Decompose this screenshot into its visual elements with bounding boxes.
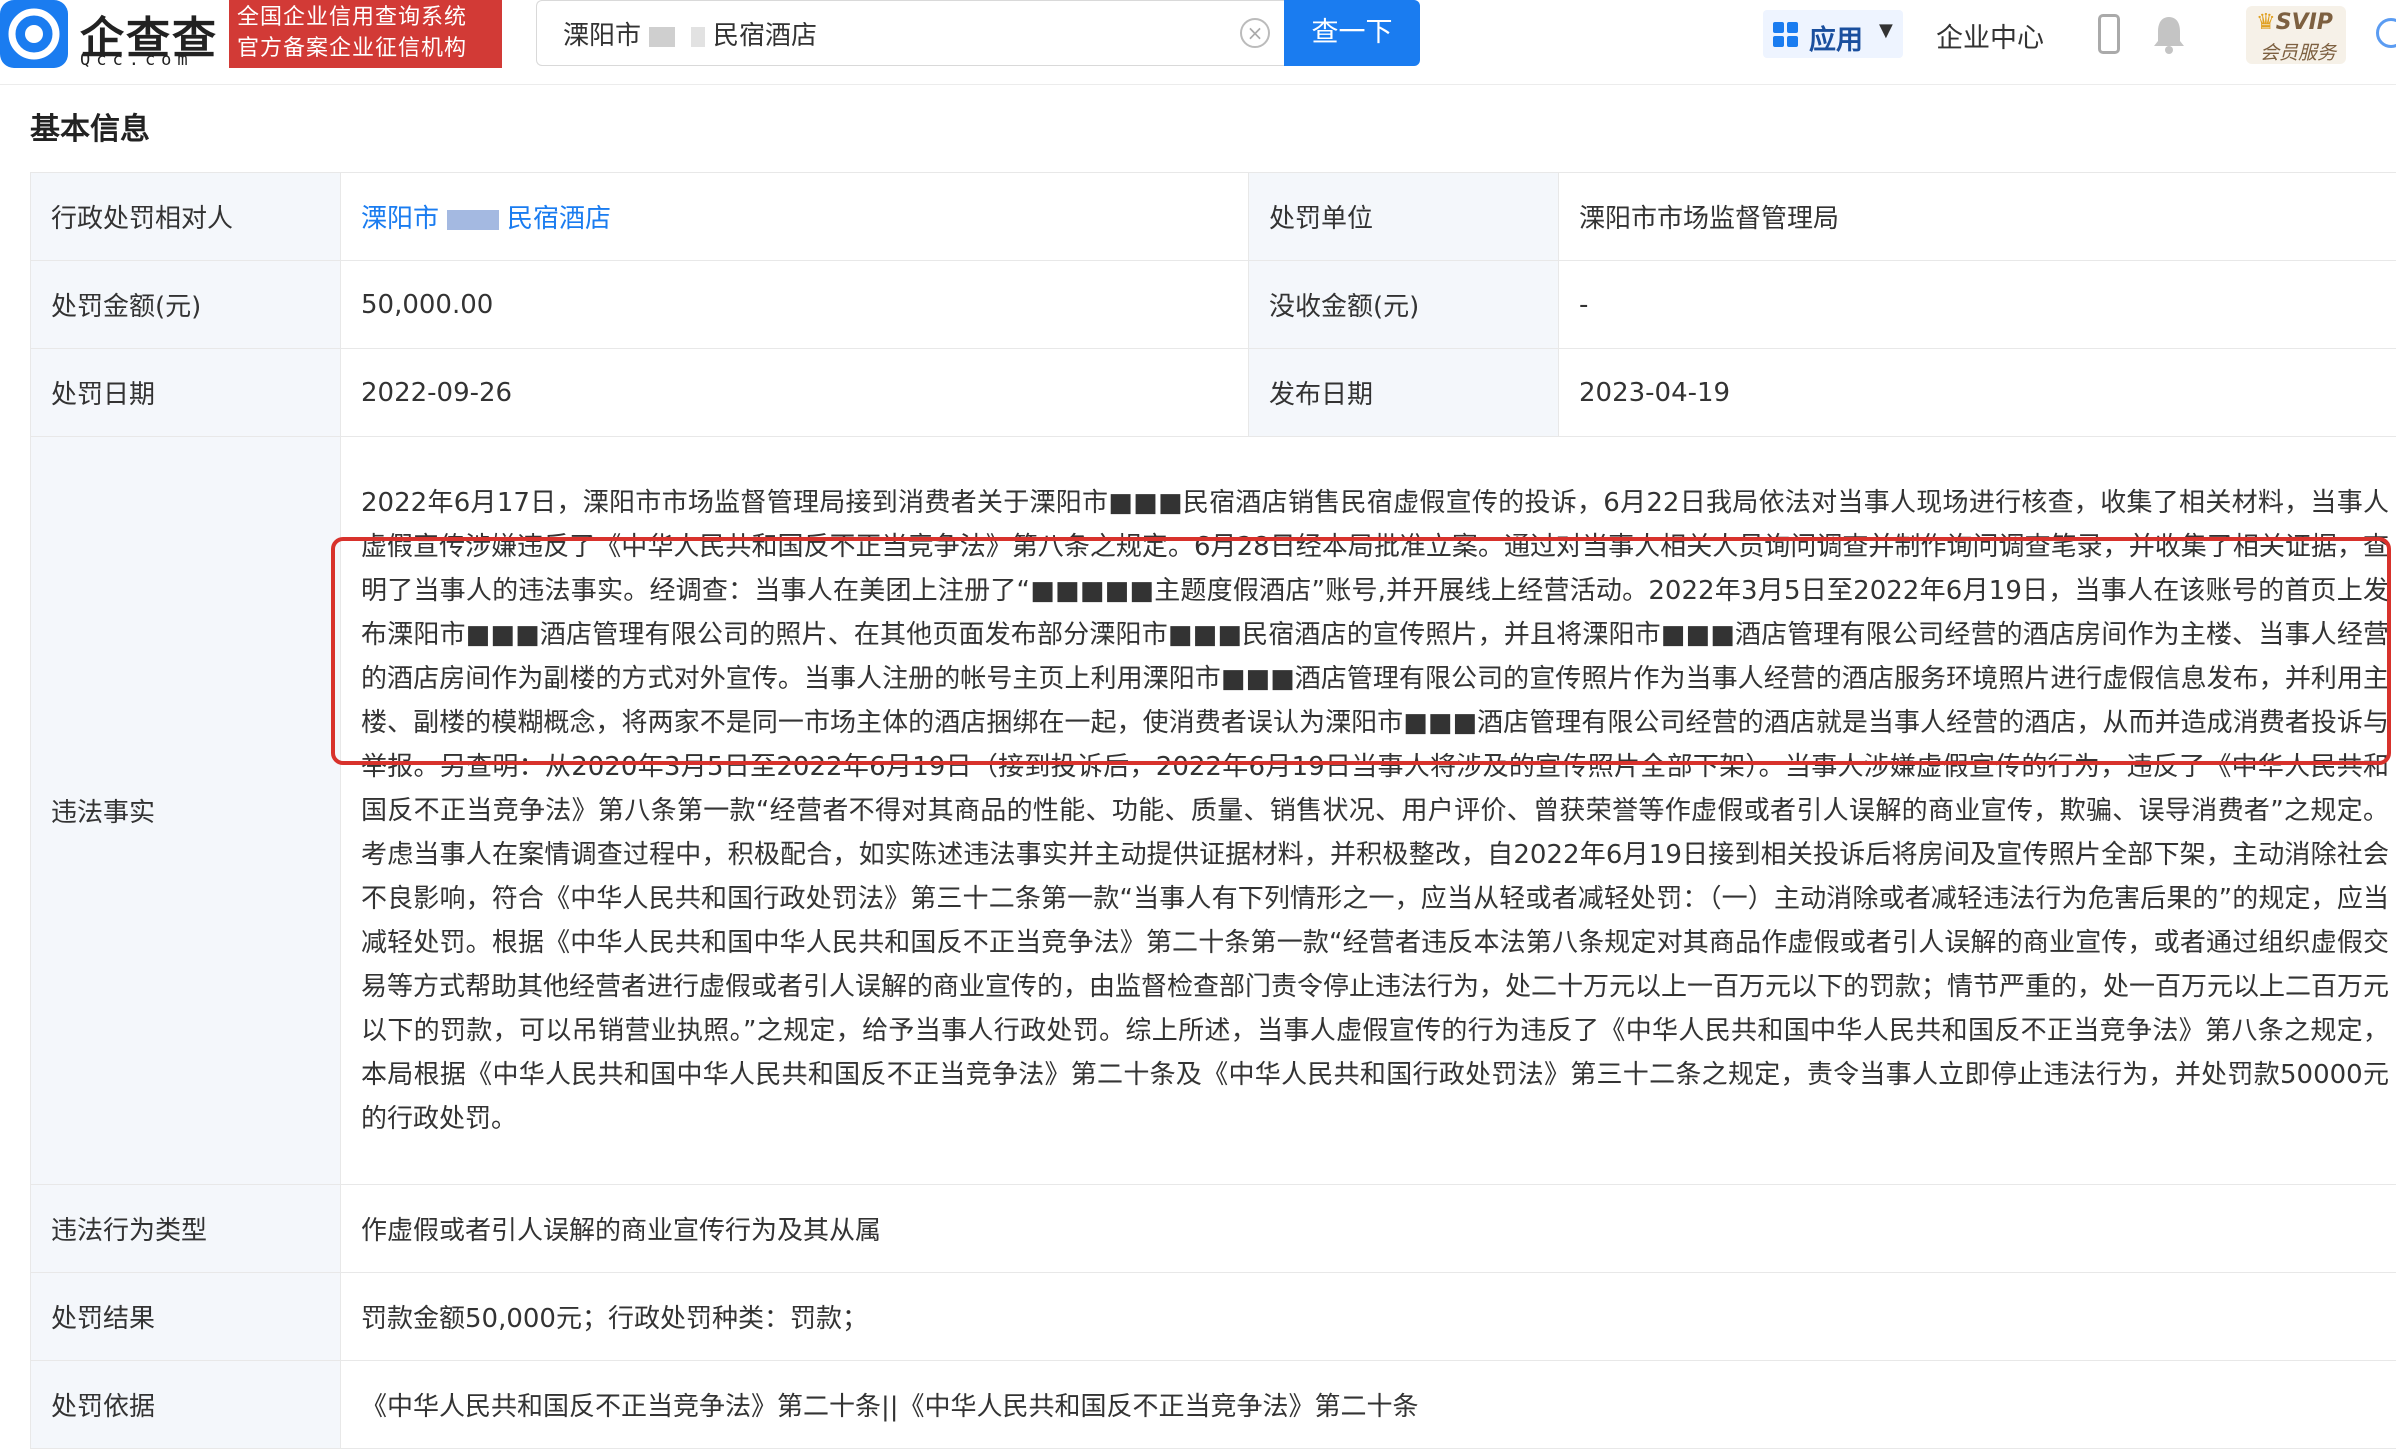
- basic-info-table: 行政处罚相对人 溧阳市 民宿酒店 处罚单位 溧阳市市场监督管理局 处罚金额(元) …: [30, 172, 2396, 1449]
- apps-menu-button[interactable]: 应用 ▼: [1763, 10, 1903, 58]
- search-input[interactable]: 溧阳市 民宿酒店 ×: [536, 0, 1284, 66]
- crown-icon: ♛: [2256, 10, 2276, 35]
- qcc-logo-icon[interactable]: [0, 0, 68, 68]
- table-row: 违法行为类型 作虚假或者引人误解的商业宣传行为及其从属: [31, 1185, 2396, 1273]
- slogan-line-2: 官方备案企业征信机构: [237, 33, 502, 64]
- party-prefix: 溧阳市: [361, 204, 439, 234]
- redaction-mask: [447, 210, 499, 230]
- violation-type-label: 违法行为类型: [31, 1185, 341, 1273]
- clear-icon[interactable]: ×: [1240, 18, 1270, 48]
- svip-member-button[interactable]: ♛SVIP 会员服务: [2246, 6, 2346, 64]
- search-input-value[interactable]: 溧阳市 民宿酒店: [563, 15, 817, 52]
- slogan-line-1: 全国企业信用查询系统: [237, 2, 502, 33]
- basis-label: 处罚依据: [31, 1361, 341, 1449]
- search-value-prefix: 溧阳市: [563, 21, 641, 51]
- slogan-badge: 全国企业信用查询系统 官方备案企业征信机构: [229, 0, 502, 68]
- confiscated-label: 没收金额(元): [1249, 261, 1559, 349]
- publish-date-value: 2023-04-19: [1559, 349, 2396, 437]
- table-row: 违法事实 2022年6月17日，溧阳市市场监督管理局接到消费者关于溧阳市■■■民…: [31, 437, 2396, 1185]
- penalty-date-label: 处罚日期: [31, 349, 341, 437]
- amount-label: 处罚金额(元): [31, 261, 341, 349]
- basis-value: 《中华人民共和国反不正当竞争法》第二十条||《中华人民共和国反不正当竞争法》第二…: [341, 1361, 2396, 1449]
- table-row: 处罚依据 《中华人民共和国反不正当竞争法》第二十条||《中华人民共和国反不正当竞…: [31, 1361, 2396, 1449]
- table-row: 处罚日期 2022-09-26 发布日期 2023-04-19: [31, 349, 2396, 437]
- caret-down-icon: ▼: [1879, 20, 1893, 41]
- table-row: 处罚结果 罚款金额50,000元；行政处罚种类：罚款；: [31, 1273, 2396, 1361]
- redaction-mask: [691, 27, 705, 47]
- amount-value: 50,000.00: [341, 261, 1249, 349]
- grid-icon: [1773, 22, 1799, 48]
- search-value-suffix: 民宿酒店: [713, 21, 817, 51]
- unit-label: 处罚单位: [1249, 173, 1559, 261]
- result-value: 罚款金额50,000元；行政处罚种类：罚款；: [341, 1273, 2396, 1361]
- publish-date-label: 发布日期: [1249, 349, 1559, 437]
- section-title-basic-info: 基本信息: [30, 104, 150, 148]
- facts-label: 违法事实: [31, 437, 341, 1185]
- enterprise-center-link[interactable]: 企业中心: [1936, 16, 2044, 55]
- redaction-mask: [649, 27, 675, 47]
- search-button[interactable]: 查一下: [1284, 0, 1420, 66]
- unit-value: 溧阳市市场监督管理局: [1559, 173, 2396, 261]
- svip-label: ♛SVIP: [2256, 10, 2333, 35]
- bell-icon[interactable]: [2152, 14, 2186, 54]
- result-label: 处罚结果: [31, 1273, 341, 1361]
- table-row: 行政处罚相对人 溧阳市 民宿酒店 处罚单位 溧阳市市场监督管理局: [31, 173, 2396, 261]
- party-link[interactable]: 溧阳市 民宿酒店: [361, 204, 611, 234]
- mobile-icon[interactable]: [2098, 14, 2120, 54]
- feedback-icon[interactable]: [2376, 18, 2396, 48]
- facts-value: 2022年6月17日，溧阳市市场监督管理局接到消费者关于溧阳市■■■民宿酒店销售…: [341, 437, 2396, 1185]
- svip-subtitle: 会员服务: [2260, 38, 2336, 65]
- confiscated-value: -: [1559, 261, 2396, 349]
- violation-type-value: 作虚假或者引人误解的商业宣传行为及其从属: [341, 1185, 2396, 1273]
- svip-text: SVIP: [2276, 10, 2333, 35]
- table-row: 处罚金额(元) 50,000.00 没收金额(元) -: [31, 261, 2396, 349]
- top-header: 企查查 Qcc.com 全国企业信用查询系统 官方备案企业征信机构 溧阳市民宿酒…: [0, 0, 2396, 85]
- party-suffix: 民宿酒店: [507, 204, 611, 234]
- party-label: 行政处罚相对人: [31, 173, 341, 261]
- party-value: 溧阳市 民宿酒店: [341, 173, 1249, 261]
- penalty-date-value: 2022-09-26: [341, 349, 1249, 437]
- logo-domain: Qcc.com: [80, 50, 194, 70]
- apps-label: 应用: [1809, 18, 1863, 57]
